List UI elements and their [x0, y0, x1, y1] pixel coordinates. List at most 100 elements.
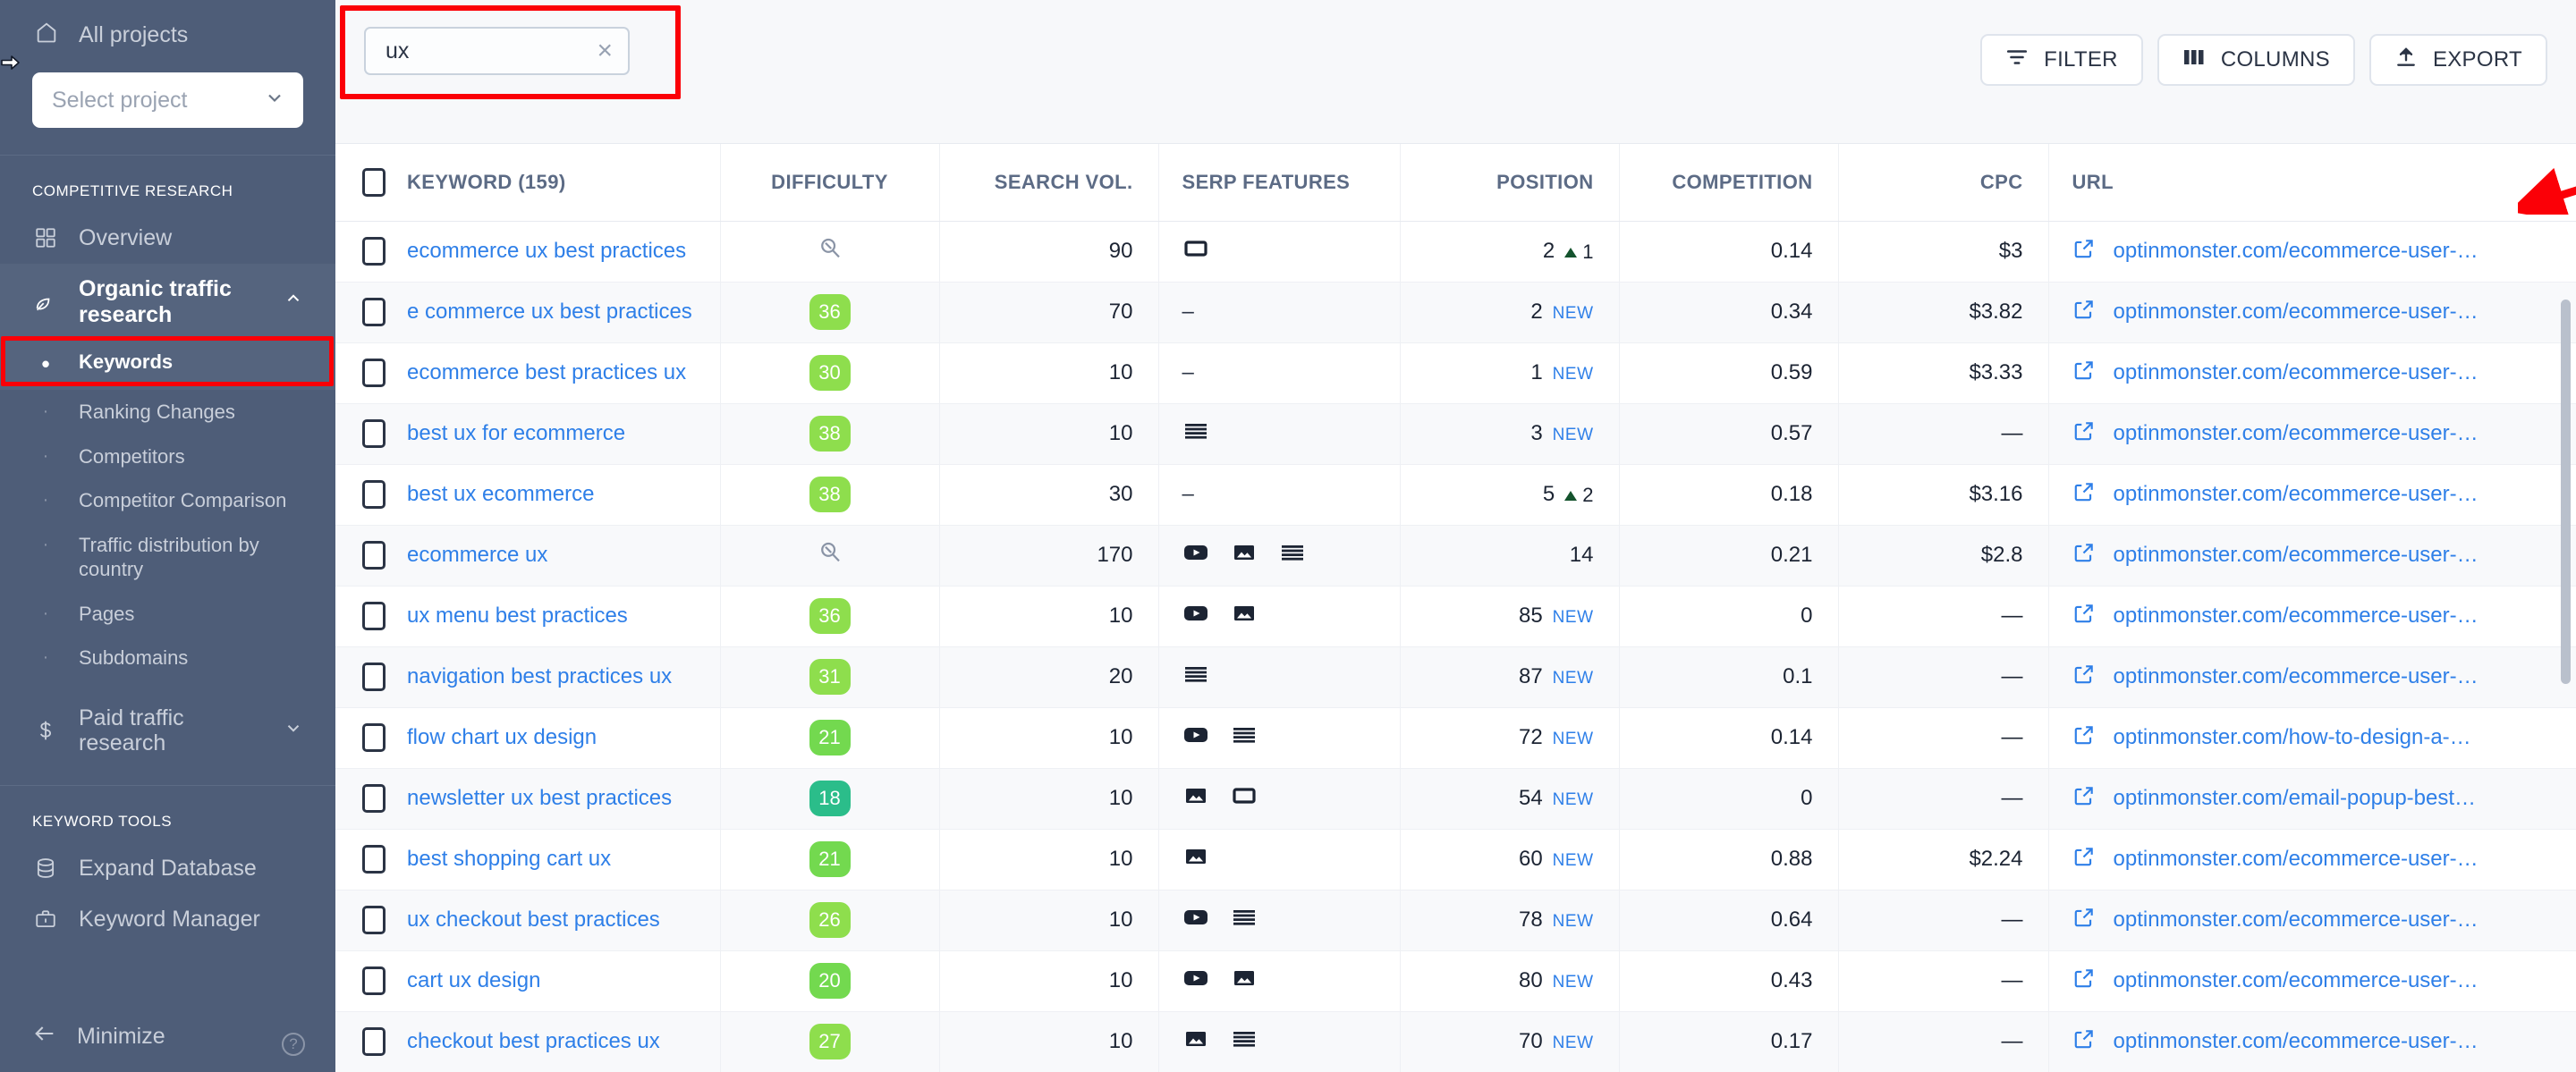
column-header-cpc[interactable]: CPC [1838, 144, 2049, 222]
url-link[interactable]: optinmonster.com/ecommerce-user-… [2114, 664, 2479, 689]
url-link[interactable]: optinmonster.com/how-to-design-a-… [2114, 725, 2471, 750]
row-checkbox[interactable] [362, 419, 386, 448]
vertical-scrollbar-thumb[interactable] [2561, 300, 2571, 684]
position-value: 70 [1518, 1029, 1543, 1053]
sidebar-item-competitors[interactable]: · Competitors [0, 435, 335, 479]
url-link[interactable]: optinmonster.com/ecommerce-user-… [2114, 360, 2479, 385]
sidebar-item-expand-database[interactable]: Expand Database [0, 843, 335, 894]
row-checkbox[interactable] [362, 723, 386, 752]
row-checkbox[interactable] [362, 298, 386, 326]
keyword-link[interactable]: best ux ecommerce [407, 482, 594, 507]
magnifier-icon[interactable] [817, 539, 843, 566]
row-checkbox[interactable] [362, 541, 386, 570]
keyword-link[interactable]: best shopping cart ux [407, 847, 611, 872]
url-link[interactable]: optinmonster.com/ecommerce-user-… [2114, 1029, 2479, 1054]
url-link[interactable]: optinmonster.com/ecommerce-user-… [2114, 421, 2479, 446]
table-row[interactable]: e commerce ux best practices 36 70– 2 NEW 0.3… [335, 282, 2576, 343]
sidebar-item-traffic-distribution[interactable]: · Traffic distribution by country [0, 523, 335, 592]
column-header-url[interactable]: URL [2048, 144, 2576, 222]
all-projects-link[interactable]: All projects [32, 20, 303, 51]
url-link[interactable]: optinmonster.com/email-popup-best… [2114, 786, 2477, 811]
row-checkbox[interactable] [362, 845, 386, 874]
url-link[interactable]: optinmonster.com/ecommerce-user-… [2114, 968, 2479, 993]
select-all-checkbox[interactable] [362, 167, 386, 197]
table-row[interactable]: best ux for ecommerce 38 10 3 NEW 0.57— optinm… [335, 403, 2576, 465]
cell-keyword: checkout best practices ux [335, 1011, 721, 1072]
url-link[interactable]: optinmonster.com/ecommerce-user-… [2114, 300, 2479, 325]
url-link[interactable]: optinmonster.com/ecommerce-user-… [2114, 543, 2479, 568]
sidebar-item-organic-traffic-research[interactable]: Organic traffic research [0, 263, 335, 341]
keyword-link[interactable]: flow chart ux design [407, 725, 597, 750]
table-row[interactable]: ecommerce ux 170 14 0.21 $2.8 optinmonster.co… [335, 525, 2576, 587]
row-checkbox[interactable] [362, 237, 386, 266]
row-checkbox[interactable] [362, 906, 386, 934]
cell-competition: 0.64 [1619, 890, 1839, 951]
keyword-link[interactable]: e commerce ux best practices [407, 300, 692, 325]
table-row[interactable]: checkout best practices ux 27 10 70 NEW 0.17—… [335, 1011, 2576, 1072]
magnifier-icon[interactable] [817, 235, 843, 262]
sidebar-item-ranking-changes[interactable]: · Ranking Changes [0, 390, 335, 435]
sidebar-item-competitor-comparison[interactable]: · Competitor Comparison [0, 478, 335, 523]
keyword-link[interactable]: ecommerce best practices ux [407, 360, 686, 385]
column-header-search-vol[interactable]: SEARCH VOL. [939, 144, 1159, 222]
sidebar-item-paid-traffic-research[interactable]: Paid traffic research [0, 693, 335, 770]
sidebar-item-overview[interactable]: Overview [0, 213, 335, 264]
table-row[interactable]: navigation best practices ux 31 20 87 NEW 0.1… [335, 646, 2576, 708]
url-link[interactable]: optinmonster.com/ecommerce-user-… [2114, 907, 2479, 933]
columns-button[interactable]: COLUMNS [2157, 34, 2355, 86]
url-link[interactable]: optinmonster.com/ecommerce-user-… [2114, 239, 2479, 264]
position-delta-value: 1 [1582, 241, 1594, 264]
sidebar-item-keywords[interactable]: • Keywords [0, 340, 335, 391]
keyword-link[interactable]: ecommerce ux [407, 543, 547, 568]
vertical-scrollbar-track[interactable] [2561, 287, 2573, 1072]
keyword-link[interactable]: newsletter ux best practices [407, 786, 672, 811]
external-link-icon [2072, 298, 2096, 327]
sidebar-item-subdomains[interactable]: · Subdomains [0, 636, 335, 680]
table-row[interactable]: newsletter ux best practices 18 10 54 NEW 0— o… [335, 768, 2576, 830]
keyword-link[interactable]: ux menu best practices [407, 604, 628, 629]
column-header-keyword[interactable]: KEYWORD (159) [335, 144, 721, 222]
search-input[interactable]: ux × [364, 27, 630, 75]
table-row[interactable]: flow chart ux design 21 10 72 NEW 0.14— optinm… [335, 707, 2576, 769]
url-link[interactable]: optinmonster.com/ecommerce-user-… [2114, 847, 2479, 872]
sidebar-item-pages[interactable]: · Pages [0, 592, 335, 637]
table-row[interactable]: ux menu best practices 36 10 85 NEW 0— optinmo… [335, 586, 2576, 647]
column-header-serp-features[interactable]: SERP FEATURES [1158, 144, 1401, 222]
row-checkbox[interactable] [362, 602, 386, 630]
row-checkbox[interactable] [362, 359, 386, 387]
help-icon[interactable]: ? [282, 1033, 305, 1056]
table-row[interactable]: ecommerce ux best practices 90 2 1 0.14 $3 opt… [335, 221, 2576, 283]
table-row[interactable]: best ux ecommerce 38 30–5 2 0.18 $3.16 optinmo… [335, 464, 2576, 526]
filter-button[interactable]: FILTER [1980, 34, 2143, 86]
url-link[interactable]: optinmonster.com/ecommerce-user-… [2114, 482, 2479, 507]
keyword-link[interactable]: ecommerce ux best practices [407, 239, 686, 264]
table-row[interactable]: ux checkout best practices 26 10 78 NEW 0.64—… [335, 890, 2576, 951]
project-select[interactable]: Select project [32, 72, 303, 128]
keyword-link[interactable]: best ux for ecommerce [407, 421, 625, 446]
keyword-link[interactable]: checkout best practices ux [407, 1029, 660, 1054]
row-checkbox[interactable] [362, 663, 386, 691]
sidebar-collapse-arrow-icon[interactable] [0, 52, 21, 73]
keyword-link[interactable]: navigation best practices ux [407, 664, 672, 689]
row-checkbox[interactable] [362, 1027, 386, 1056]
sidebar-item-keyword-manager[interactable]: Keyword Manager [0, 894, 335, 945]
cell-cpc: — [1838, 646, 2049, 708]
table-row[interactable]: cart ux design 20 10 80 NEW 0.43— optinmonster… [335, 950, 2576, 1012]
cell-serp-features [1158, 586, 1401, 647]
filter-icon [2005, 46, 2029, 75]
column-header-competition[interactable]: COMPETITION [1619, 144, 1839, 222]
image-icon [1231, 602, 1258, 631]
keyword-link[interactable]: ux checkout best practices [407, 907, 660, 933]
keyword-link[interactable]: cart ux design [407, 968, 540, 993]
table-row[interactable]: ecommerce best practices ux 30 10– 1 NEW 0.59… [335, 342, 2576, 404]
column-header-difficulty[interactable]: DIFFICULTY [720, 144, 940, 222]
close-icon[interactable]: × [597, 38, 613, 64]
row-checkbox[interactable] [362, 966, 386, 995]
table-row[interactable]: best shopping cart ux 21 10 60 NEW 0.88 $2.24 o… [335, 829, 2576, 891]
export-button[interactable]: EXPORT [2368, 34, 2547, 86]
row-checkbox[interactable] [362, 480, 386, 509]
url-link[interactable]: optinmonster.com/ecommerce-user-… [2114, 604, 2479, 629]
column-header-position[interactable]: POSITION [1400, 144, 1620, 222]
keywords-table-wrap: KEYWORD (159) DIFFICULTY SEARCH VOL. SER… [335, 143, 2576, 1072]
row-checkbox[interactable] [362, 784, 386, 813]
